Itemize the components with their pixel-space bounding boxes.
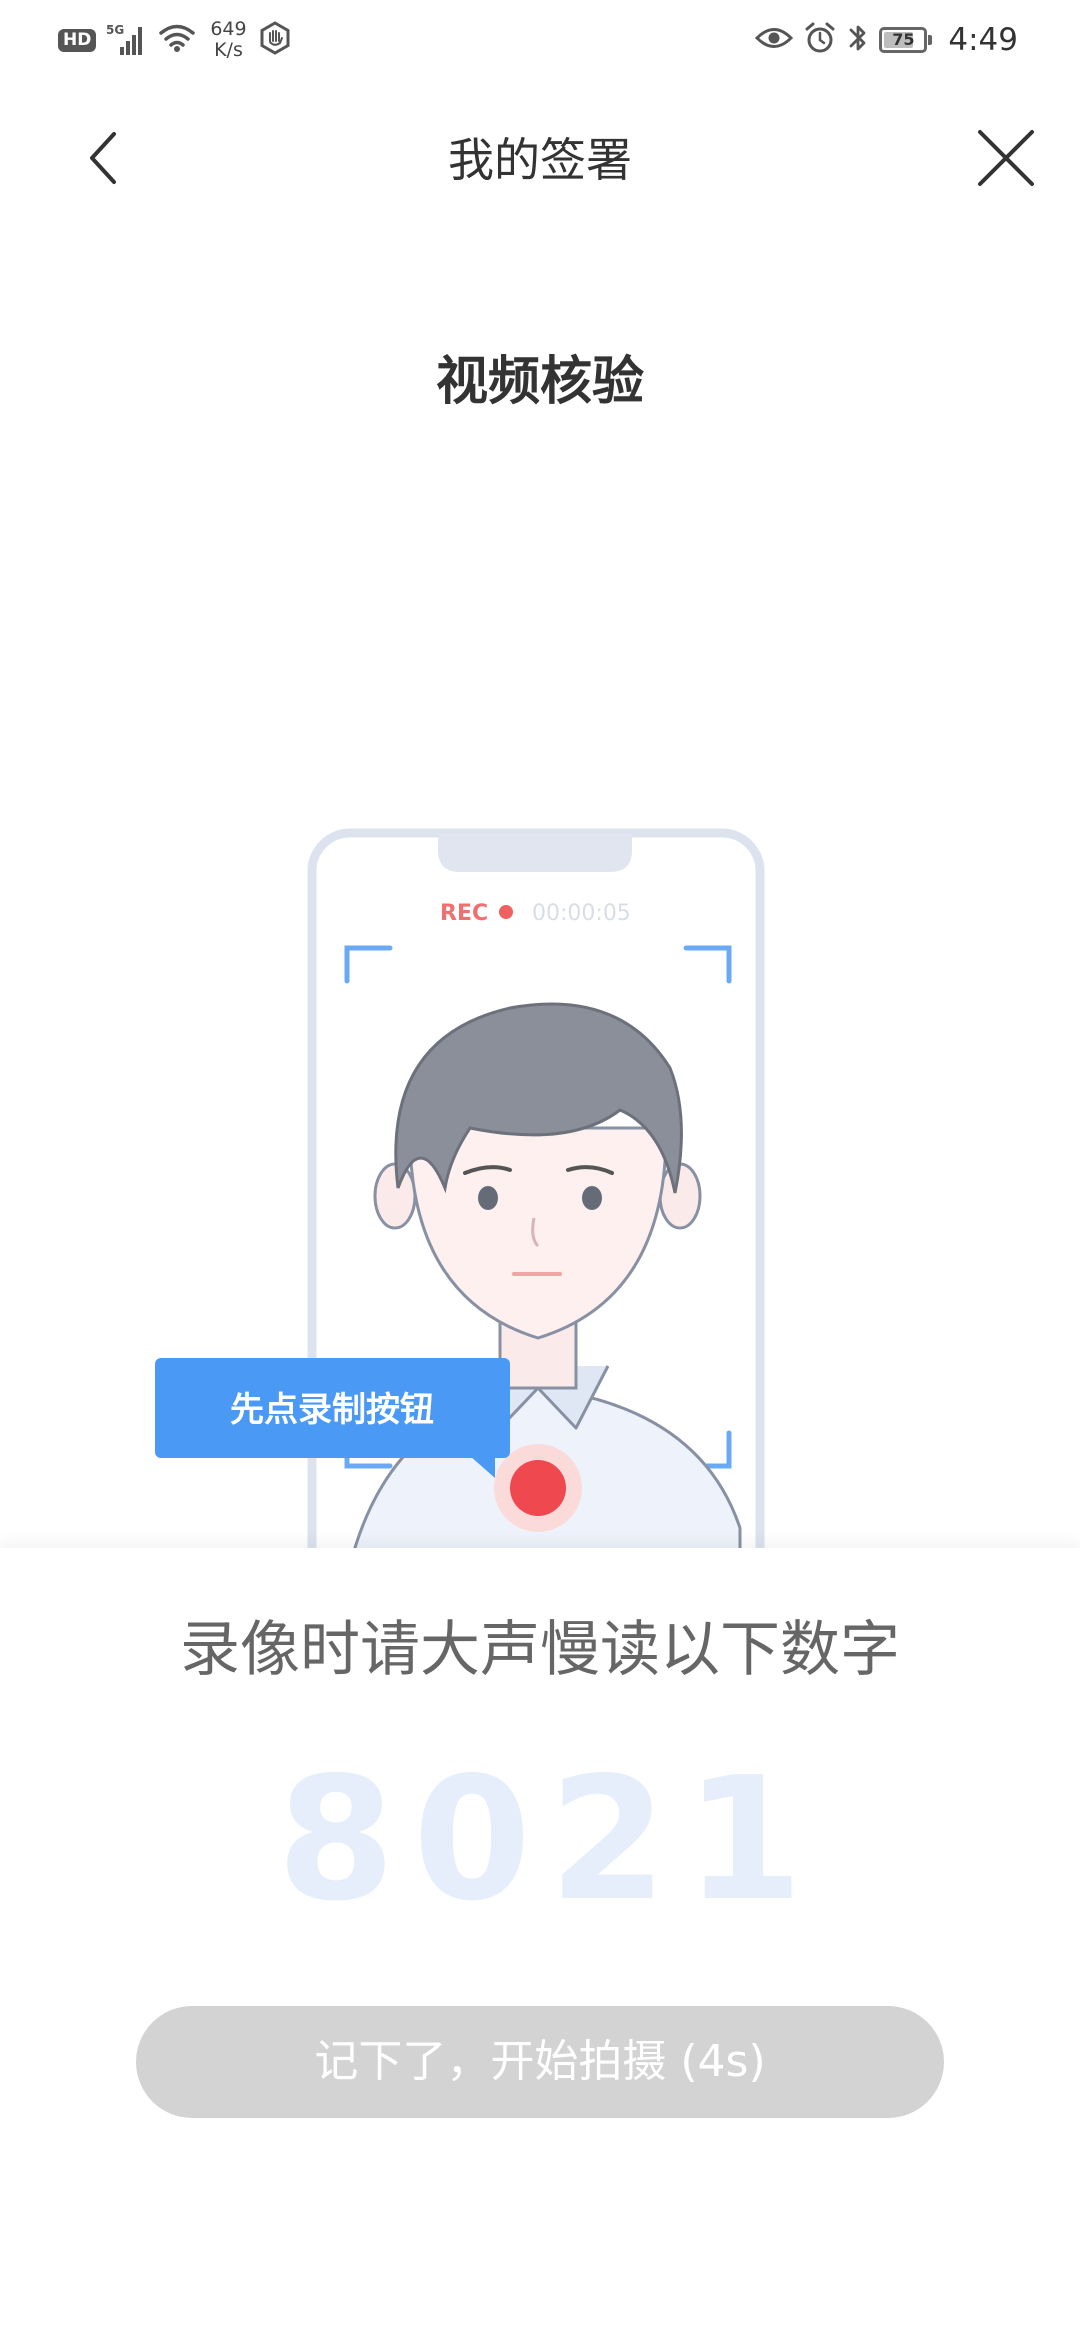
rec-dot <box>499 905 513 919</box>
alarm-clock-icon <box>803 21 837 59</box>
phone-notch <box>438 833 632 872</box>
battery-icon: 75 <box>879 27 928 53</box>
verification-digit: 2 <box>548 1741 668 1939</box>
page-title: 我的签署 <box>448 133 632 187</box>
illustration-svg: REC 00:00:05 先点录制按钮 <box>155 828 765 1598</box>
verification-digits: 8 0 2 1 <box>0 1750 1080 1930</box>
signal-5g-icon: 5G <box>106 23 148 57</box>
video-verification-illustration: REC 00:00:05 先点录制按钮 <box>150 828 770 1598</box>
battery-tip <box>928 35 933 45</box>
section-title: 视频核验 <box>435 352 644 412</box>
verification-digit: 0 <box>412 1741 532 1939</box>
rec-time: 00:00:05 <box>532 901 631 926</box>
verification-digit: 1 <box>684 1741 804 1939</box>
wifi-icon <box>158 23 196 57</box>
hd-badge: HD <box>58 28 97 52</box>
status-bar: HD 5G 649 K/s 75 4:49 <box>0 0 1080 80</box>
signal-type-label: 5G <box>106 23 124 37</box>
battery-indicator: 75 <box>879 27 933 53</box>
eye-icon <box>755 25 794 55</box>
record-button-dot <box>510 1460 566 1516</box>
nav-bar: 我的签署 <box>0 80 1080 240</box>
rec-label: REC <box>440 901 488 926</box>
read-digits-instruction: 录像时请大声慢读以下数字 <box>180 1615 900 1685</box>
tooltip-text: 先点录制按钮 <box>230 1390 434 1430</box>
close-icon <box>976 128 1036 192</box>
network-speed: 649 K/s <box>210 19 246 61</box>
hand-hexagon-icon <box>257 20 293 60</box>
battery-level-text: 75 <box>892 30 915 49</box>
status-time: 4:49 <box>948 22 1018 58</box>
status-right-group: 75 4:49 <box>755 14 1018 66</box>
verification-digit: 8 <box>276 1741 396 1939</box>
network-speed-unit: K/s <box>214 39 243 61</box>
bluetooth-icon <box>847 21 869 59</box>
close-button[interactable] <box>968 122 1044 198</box>
status-left-group: HD 5G 649 K/s <box>58 14 293 66</box>
start-recording-label: 记下了，开始拍摄 (4s) <box>314 2036 766 2087</box>
start-recording-button[interactable]: 记下了，开始拍摄 (4s) <box>136 2006 944 2118</box>
network-speed-value: 649 <box>210 18 247 40</box>
